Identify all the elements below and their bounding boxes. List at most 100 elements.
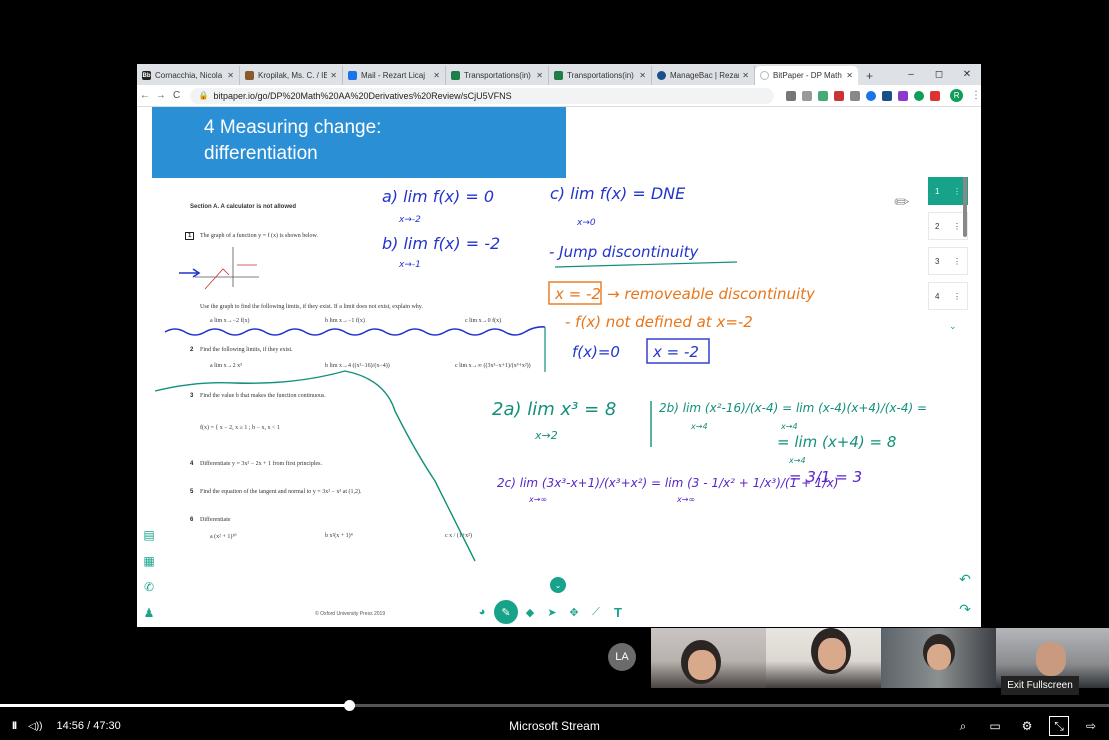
close-tab-icon[interactable]: ✕ — [536, 71, 543, 80]
close-tab-icon[interactable]: ✕ — [433, 71, 440, 80]
browser-tab[interactable]: Mail - Rezart Licaj ✕ — [343, 66, 446, 85]
bitpaper-icon — [760, 71, 769, 80]
page-menu-icon[interactable]: ⋮ — [953, 187, 961, 196]
wavy-separator — [164, 326, 546, 336]
close-tab-icon[interactable]: ✕ — [639, 71, 646, 80]
new-tab-button[interactable]: + — [858, 66, 881, 85]
palette-icon[interactable]: ◕ — [472, 602, 492, 622]
chevron-down-icon[interactable]: ⌄ — [949, 321, 957, 332]
document-icon[interactable]: ▤ — [141, 527, 157, 543]
blackboard-icon: Bb — [142, 71, 151, 80]
exit-fullscreen-icon[interactable]: ⤡ — [1049, 716, 1069, 736]
extension-icon[interactable] — [898, 90, 909, 101]
page-thumb[interactable]: 4 ⋮ — [928, 282, 968, 310]
redo-icon[interactable]: ↷ — [955, 599, 975, 619]
blue-arrow — [179, 268, 201, 278]
pointer-icon[interactable]: ➤ — [542, 602, 562, 622]
tab-label: BitPaper - DP Math — [773, 71, 842, 80]
mail-icon — [348, 71, 357, 80]
browser-tab[interactable]: Bb Cornacchia, Nicola ✕ — [137, 66, 240, 85]
answer-2c: 2c) lim (3x³-x+1)/(x³+x²) = lim (3 - 1/x… — [497, 476, 838, 490]
stream-player: Bb Cornacchia, Nicola ✕ Kropilak, Ms. C. /… — [0, 0, 1109, 740]
graph-curve-left — [204, 268, 230, 290]
extension-icon[interactable] — [866, 90, 877, 101]
extension-icon[interactable] — [818, 90, 829, 101]
time-display: 14:56 / 47:30 — [56, 720, 120, 732]
answer-1c-sub: x→0 — [576, 218, 596, 228]
star-icon[interactable] — [802, 90, 813, 101]
jump-discontinuity: - Jump discontinuity — [549, 243, 700, 261]
pen-settings-icon[interactable]: ⟋ — [586, 602, 606, 622]
close-tab-icon[interactable]: ✕ — [742, 71, 749, 80]
minimize-button[interactable]: – — [897, 69, 925, 80]
move-icon[interactable]: ✥ — [564, 602, 584, 622]
eraser-icon[interactable]: ◆ — [520, 602, 540, 622]
participant-face — [927, 644, 951, 670]
profile-avatar[interactable]: R — [950, 89, 964, 102]
extension-icon[interactable] — [834, 90, 845, 101]
gear-icon[interactable]: ⚙ — [1017, 719, 1037, 733]
browser-tab[interactable]: Kropilak, Ms. C. / IB ✕ — [240, 66, 343, 85]
tab-label: Transportations(in) — [464, 71, 531, 80]
close-tab-icon[interactable]: ✕ — [846, 71, 853, 80]
page-thumb[interactable]: 1 ⋮ — [928, 177, 968, 205]
extension-icon[interactable] — [914, 90, 925, 101]
forward-icon[interactable]: → — [153, 90, 169, 101]
seek-bar[interactable] — [0, 700, 1109, 711]
browser-tab[interactable]: ManageBac | Rezart ✕ — [652, 66, 755, 85]
page-menu-icon[interactable]: ⋮ — [953, 292, 961, 301]
collapse-toolbar-icon[interactable]: ⌄ — [550, 577, 566, 593]
participant-avatar[interactable]: LA — [608, 643, 636, 671]
fx0-box-text: x = -2 — [652, 343, 699, 361]
pages-scrollbar[interactable] — [963, 177, 967, 237]
captions-icon[interactable]: ▭ — [985, 719, 1005, 733]
key-icon[interactable] — [786, 90, 797, 101]
tab-label: Cornacchia, Nicola — [155, 71, 223, 80]
pages-panel: 1 ⋮ 2 ⋮ 3 ⋮ 4 ⋮ — [928, 177, 968, 337]
extension-icon[interactable] — [930, 90, 941, 101]
url-bar[interactable]: 🔒 bitpaper.io/go/DP%20Math%20AA%20Derivat… — [190, 87, 775, 104]
page-thumb[interactable]: 3 ⋮ — [928, 247, 968, 275]
extension-icon[interactable] — [850, 90, 861, 101]
answer-2b-result: = lim (x+4) = 8 — [777, 433, 896, 451]
page-menu-icon[interactable]: ⋮ — [953, 222, 961, 231]
site-icon — [245, 71, 254, 80]
page-menu-icon[interactable]: ⋮ — [953, 257, 961, 266]
bitpaper-canvas[interactable]: 4 Measuring change: differentiation Sect… — [137, 107, 981, 627]
answer-1b: b) lim f(x) = -2 — [382, 234, 500, 253]
answer-1a: a) lim f(x) = 0 — [382, 187, 494, 206]
seek-handle[interactable] — [343, 700, 355, 711]
close-tab-icon[interactable]: ✕ — [330, 71, 337, 80]
participant-video[interactable] — [766, 628, 881, 688]
brush-icon[interactable]: ✎ — [494, 600, 518, 624]
window-controls: – ◻ ✕ — [897, 64, 981, 85]
add-user-icon[interactable]: ♟ — [141, 605, 157, 621]
address-bar-row: ← → C 🔒 bitpaper.io/go/DP%20Math%20AA%20D… — [137, 85, 981, 107]
sheets-icon — [451, 71, 460, 80]
share-icon[interactable]: ⇨ — [1081, 719, 1101, 733]
search-icon[interactable]: ⌕ — [953, 719, 973, 734]
maximize-button[interactable]: ◻ — [925, 69, 953, 80]
browser-tab-active[interactable]: BitPaper - DP Math ✕ — [755, 66, 858, 85]
tab-label: ManageBac | Rezart — [670, 71, 740, 80]
browser-tab[interactable]: Transportations(in) ✕ — [549, 66, 652, 85]
browser-menu-icon[interactable]: ⋮ — [971, 90, 981, 101]
undo-icon[interactable]: ↶ — [955, 569, 975, 589]
pause-icon[interactable]: II — [12, 720, 17, 732]
grid-icon[interactable]: ▦ — [141, 553, 157, 569]
participant-video[interactable] — [881, 628, 996, 688]
browser-tab[interactable]: Transportations(in) ✕ — [446, 66, 549, 85]
teal-boundary — [154, 370, 476, 562]
back-icon[interactable]: ← — [137, 90, 153, 101]
text-tool-icon[interactable]: T — [608, 602, 628, 622]
volume-icon[interactable]: ◁)) — [28, 721, 42, 732]
drawing-toolbar: ◕ ✎ ◆ ➤ ✥ ⟋ T — [472, 600, 628, 624]
close-tab-icon[interactable]: ✕ — [227, 71, 234, 80]
page-thumb[interactable]: 2 ⋮ — [928, 212, 968, 240]
extension-icon[interactable] — [882, 90, 893, 101]
close-window-button[interactable]: ✕ — [953, 69, 981, 80]
phone-icon[interactable]: ✆ — [141, 579, 157, 595]
participant-video[interactable] — [651, 628, 766, 688]
left-toolbar: ▤ ▦ ✆ ♟ ≡ — [141, 527, 157, 627]
reload-icon[interactable]: C — [169, 90, 185, 101]
